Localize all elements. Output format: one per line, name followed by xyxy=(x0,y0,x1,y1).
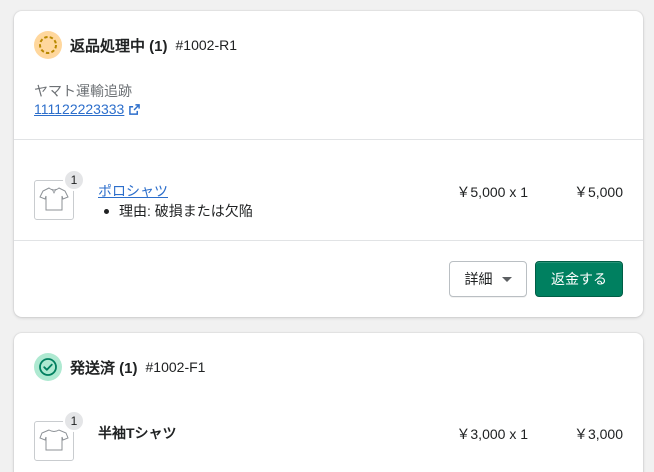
tracking-number-link[interactable]: 111122223333 xyxy=(34,101,141,117)
line-total: ￥5,000 xyxy=(573,184,623,200)
product-name: 半袖Tシャツ xyxy=(98,425,177,441)
fulfilled-card-header: 発送済 (1) #1002-F1 xyxy=(34,353,205,381)
divider xyxy=(14,139,643,140)
divider xyxy=(14,240,643,241)
line-total: ￥3,000 xyxy=(573,426,623,442)
unit-price: ￥3,000 x 1 xyxy=(456,426,528,442)
product-name-link[interactable]: ポロシャツ xyxy=(98,181,168,201)
refund-button[interactable]: 返金する xyxy=(535,261,623,297)
return-order-id: #1002-R1 xyxy=(175,37,238,53)
shirt-icon xyxy=(39,186,69,215)
quantity-badge: 1 xyxy=(63,410,85,432)
tracking-number: 111122223333 xyxy=(34,101,125,117)
tracking-carrier-label: ヤマト運輸追跡 xyxy=(34,83,132,99)
return-reason-text: 理由: 破損または欠陥 xyxy=(119,203,253,219)
shirt-icon xyxy=(39,428,69,455)
return-reason: 理由: 破損または欠陥 xyxy=(104,201,253,221)
details-dropdown-button[interactable]: 詳細 xyxy=(449,261,527,297)
external-link-icon xyxy=(129,103,141,115)
bullet xyxy=(104,208,109,214)
fulfilled-card: 発送済 (1) #1002-F1 1 半袖Tシャツ ￥3,000 x 1 ￥3,… xyxy=(14,333,643,472)
fulfilled-status-title: 発送済 (1) xyxy=(70,359,138,377)
caret-down-icon xyxy=(501,276,512,282)
check-circle-icon xyxy=(34,353,62,381)
return-card-header: 返品処理中 (1) #1002-R1 xyxy=(34,31,237,59)
unit-price: ￥5,000 x 1 xyxy=(456,184,528,200)
return-status-title: 返品処理中 (1) xyxy=(70,37,168,55)
in-progress-circle-icon xyxy=(34,31,62,59)
fulfilled-order-id: #1002-F1 xyxy=(145,359,206,375)
return-card: 返品処理中 (1) #1002-R1 ヤマト運輸追跡 111122223333 … xyxy=(14,11,643,317)
quantity-badge: 1 xyxy=(63,169,85,191)
details-button-label: 詳細 xyxy=(464,271,493,287)
